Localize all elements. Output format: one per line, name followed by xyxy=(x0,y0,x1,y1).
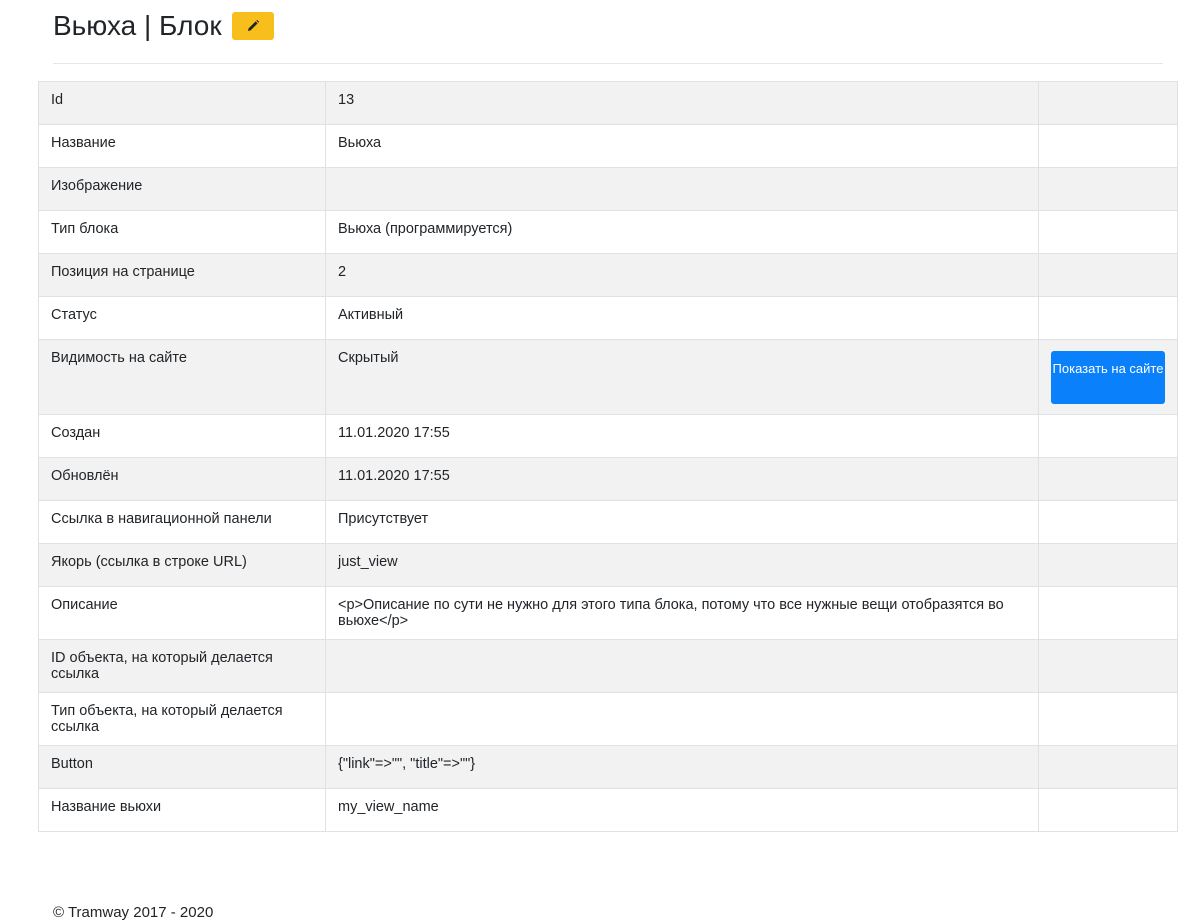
table-row: Описание <p>Описание по сути не нужно для… xyxy=(38,586,1178,640)
row-label: Создан xyxy=(38,414,326,458)
row-label: Тип объекта, на который делается ссылка xyxy=(38,692,326,746)
table-row: Ссылка в навигационной панели Присутствуе… xyxy=(38,500,1178,544)
row-actions xyxy=(1038,639,1178,693)
show-on-site-button[interactable]: Показать на сайте xyxy=(1051,351,1165,404)
table-row: Якорь (ссылка в строке URL) just_view xyxy=(38,543,1178,587)
row-actions xyxy=(1038,253,1178,297)
row-actions xyxy=(1038,745,1178,789)
row-label: ID объекта, на который делается ссылка xyxy=(38,639,326,693)
row-value xyxy=(325,639,1039,693)
row-value: <p>Описание по сути не нужно для этого т… xyxy=(325,586,1039,640)
row-label: Якорь (ссылка в строке URL) xyxy=(38,543,326,587)
row-actions xyxy=(1038,586,1178,640)
row-label: Статус xyxy=(38,296,326,340)
table-row: Название вьюхи my_view_name xyxy=(38,788,1178,832)
row-actions xyxy=(1038,788,1178,832)
row-label: Название вьюхи xyxy=(38,788,326,832)
table-row: Позиция на странице 2 xyxy=(38,253,1178,297)
row-actions xyxy=(1038,457,1178,501)
table-row: Видимость на сайте Скрытый Показать на сай… xyxy=(38,339,1178,415)
table-row: Тип объекта, на который делается ссылка xyxy=(38,692,1178,746)
table-row: Id 13 xyxy=(38,81,1178,125)
row-label: Тип блока xyxy=(38,210,326,254)
table-row: Статус Активный xyxy=(38,296,1178,340)
row-actions xyxy=(1038,543,1178,587)
row-actions xyxy=(1038,167,1178,211)
header-divider xyxy=(53,63,1163,64)
row-value xyxy=(325,167,1039,211)
row-label: Ссылка в навигационной панели xyxy=(38,500,326,544)
row-value: 11.01.2020 17:55 xyxy=(325,457,1039,501)
row-value: Скрытый xyxy=(325,339,1039,415)
row-value: 11.01.2020 17:55 xyxy=(325,414,1039,458)
row-actions xyxy=(1038,210,1178,254)
row-value: Активный xyxy=(325,296,1039,340)
row-value: Вьюха xyxy=(325,124,1039,168)
edit-button[interactable] xyxy=(231,12,274,40)
row-value xyxy=(325,692,1039,746)
footer-copyright: © Tramway 2017 - 2020 xyxy=(53,904,214,921)
row-actions xyxy=(1038,692,1178,746)
row-actions: Показать на сайте xyxy=(1038,339,1178,415)
table-row: Создан 11.01.2020 17:55 xyxy=(38,414,1178,458)
table-row: Button {"link"=>"", "title"=>""} xyxy=(38,745,1178,789)
row-actions xyxy=(1038,500,1178,544)
table-row: Обновлён 11.01.2020 17:55 xyxy=(38,457,1178,501)
row-value: just_view xyxy=(325,543,1039,587)
row-label: Позиция на странице xyxy=(38,253,326,297)
row-actions xyxy=(1038,414,1178,458)
row-actions xyxy=(1038,296,1178,340)
page-title: Вьюха | Блок xyxy=(53,10,222,42)
row-label: Изображение xyxy=(38,167,326,211)
page: Вьюха | Блок Id 13 Название Вьюха Изображени… xyxy=(0,0,1202,922)
row-label: Id xyxy=(38,81,326,125)
row-value: 2 xyxy=(325,253,1039,297)
page-header: Вьюха | Блок xyxy=(53,6,274,46)
row-value: Вьюха (программируется) xyxy=(325,210,1039,254)
row-label: Button xyxy=(38,745,326,789)
row-value: 13 xyxy=(325,81,1039,125)
row-value: Присутствует xyxy=(325,500,1039,544)
row-value: my_view_name xyxy=(325,788,1039,832)
block-info-table: Id 13 Название Вьюха Изображение Тип блока Вью… xyxy=(38,81,1178,832)
table-row: Тип блока Вьюха (программируется) xyxy=(38,210,1178,254)
row-actions xyxy=(1038,124,1178,168)
pencil-icon xyxy=(247,19,259,31)
row-label: Название xyxy=(38,124,326,168)
table-row: ID объекта, на который делается ссылка xyxy=(38,639,1178,693)
row-actions xyxy=(1038,81,1178,125)
table-row: Изображение xyxy=(38,167,1178,211)
table-row: Название Вьюха xyxy=(38,124,1178,168)
row-label: Видимость на сайте xyxy=(38,339,326,415)
row-label: Обновлён xyxy=(38,457,326,501)
row-value: {"link"=>"", "title"=>""} xyxy=(325,745,1039,789)
row-label: Описание xyxy=(38,586,326,640)
